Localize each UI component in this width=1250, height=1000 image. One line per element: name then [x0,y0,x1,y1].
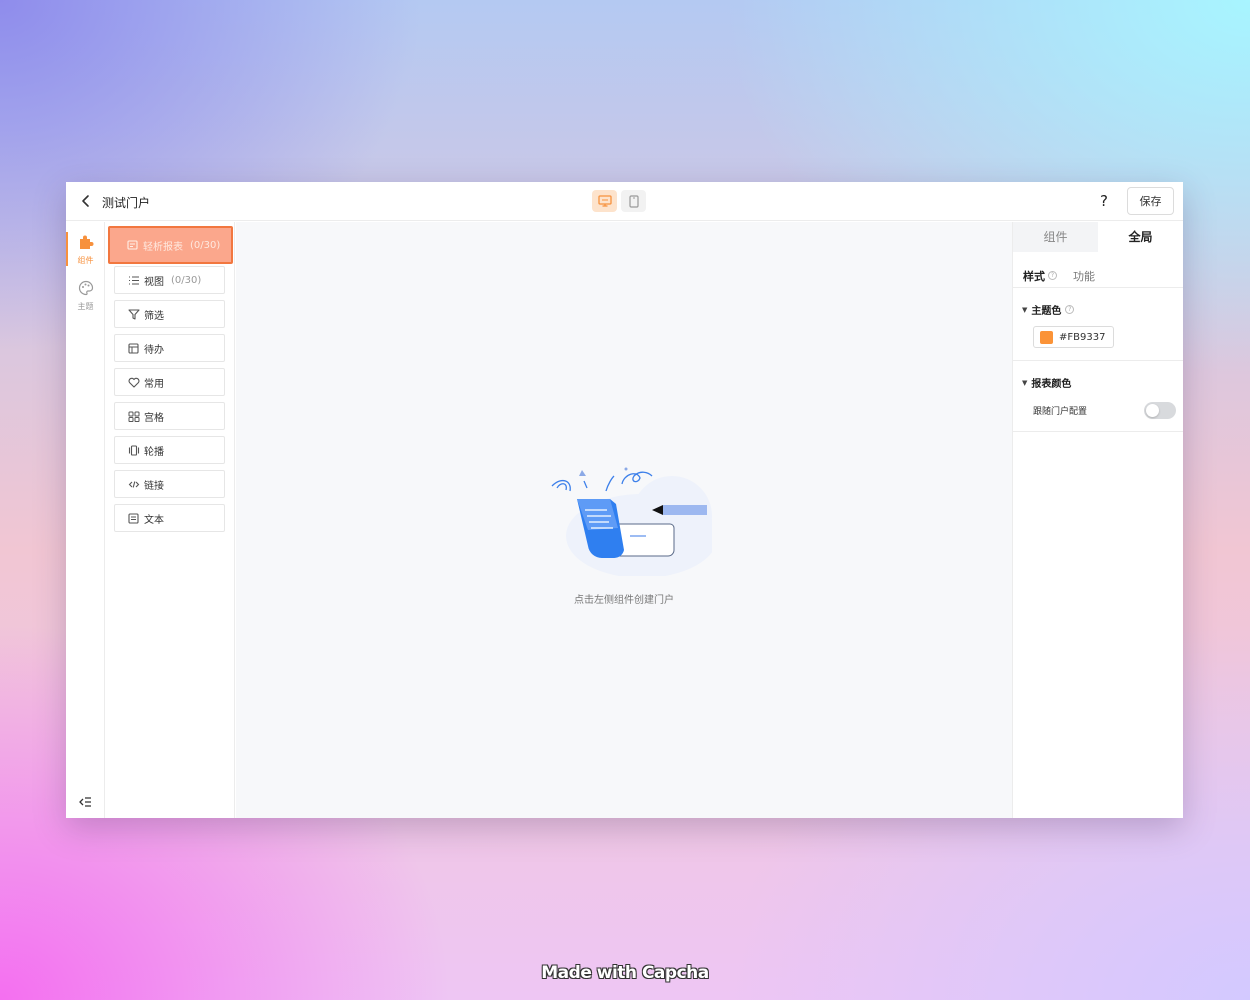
component-count: (0/30) [171,274,202,286]
info-icon[interactable]: ? [1065,305,1075,314]
puzzle-icon [79,235,93,249]
component-label: 筛选 [144,310,164,322]
component-item-todo[interactable]: 待办 [114,334,225,362]
settings-subtabs: 样式 ? 功能 [1013,252,1183,288]
heart-icon [128,377,140,388]
color-swatch [1040,330,1053,344]
theme-color-picker[interactable]: #FB9337 [1033,326,1114,348]
todo-icon [128,342,139,354]
device-toggle [592,190,646,212]
component-label: 常用 [144,378,164,390]
code-link-icon [128,480,140,488]
component-label: 链接 [144,480,164,492]
component-count: (0/30) [190,239,221,251]
component-label: 宫格 [144,412,164,424]
empty-state-illustration [551,467,712,576]
canvas[interactable]: 点击左侧组件创建门户 [236,222,1012,818]
desktop-view-button[interactable] [592,190,617,212]
follow-portal-row: 跟随门户配置 [1033,402,1176,419]
subtab-label: 样式 [1023,269,1045,283]
subtab-style[interactable]: 样式 ? [1023,268,1057,284]
rail-item-label: 主题 [77,302,94,311]
theme-color-value: #FB9337 [1059,331,1106,343]
theme-color-header[interactable]: ▼ 主题色 ? [1022,302,1173,317]
report-icon [127,239,138,250]
component-item-report[interactable]: 轻析报表 (0/30) [108,226,233,264]
filter-icon [128,308,140,320]
settings-panel: 组件 全局 样式 ? 功能 ▼ 主题色 ? #FB9337 ▼ 报表颜色 跟随门… [1012,222,1183,818]
theme-color-label: 主题色 [1031,306,1062,317]
caret-down-icon: ▼ [1022,305,1028,314]
component-label: 文本 [144,514,164,526]
component-item-carousel[interactable]: 轮播 [114,436,225,464]
theme-color-section: ▼ 主题色 ? #FB9337 [1013,288,1183,361]
rail-item-theme[interactable]: 主题 [66,280,105,312]
component-item-filter[interactable]: 筛选 [114,300,225,328]
report-color-header[interactable]: ▼ 报表颜色 [1022,375,1173,391]
app-window: 测试门户 ? 保存 组件 主题 轻析报表 (0/30) 视图 (0/30) 筛选… [66,182,1183,818]
component-label: 轻析报表 [143,241,183,253]
collapse-sidebar-icon[interactable] [78,796,92,808]
subtab-label: 功能 [1073,269,1095,283]
component-item-grid[interactable]: 宫格 [114,402,225,430]
component-label: 轮播 [144,446,164,458]
component-item-view[interactable]: 视图 (0/30) [114,266,225,294]
back-arrow-icon[interactable] [79,194,93,208]
left-rail: 组件 主题 [66,222,105,818]
desktop-icon [597,195,612,207]
text-icon [128,512,139,524]
grid-icon [128,411,140,422]
watermark-text: Made with Capcha [541,963,709,983]
tab-global[interactable]: 全局 [1098,222,1183,252]
switch-knob [1146,404,1159,417]
info-icon[interactable]: ? [1048,271,1057,280]
report-color-section: ▼ 报表颜色 跟随门户配置 [1013,361,1183,432]
page-title: 测试门户 [102,196,151,210]
help-icon[interactable]: ? [1100,192,1108,210]
carousel-icon [128,444,140,456]
subtab-function[interactable]: 功能 [1073,268,1095,284]
palette-icon [78,280,93,296]
rail-item-label: 组件 [77,256,94,265]
top-bar: 测试门户 ? 保存 [66,182,1183,221]
settings-tabs: 组件 全局 [1013,222,1183,252]
component-item-favorites[interactable]: 常用 [114,368,225,396]
component-list: 轻析报表 (0/30) 视图 (0/30) 筛选 待办 常用 宫格 轮播 链接 … [106,222,235,818]
rail-item-components[interactable]: 组件 [66,234,105,266]
follow-portal-label: 跟随门户配置 [1033,407,1088,417]
save-button[interactable]: 保存 [1127,187,1174,215]
mobile-view-button[interactable] [621,190,646,212]
component-label: 视图 [144,276,164,288]
empty-state-text: 点击左侧组件创建门户 [574,595,674,606]
component-label: 待办 [144,344,164,356]
caret-down-icon: ▼ [1022,378,1028,387]
list-icon [129,275,139,285]
report-color-label: 报表颜色 [1031,379,1072,390]
component-item-text[interactable]: 文本 [114,504,225,532]
component-item-link[interactable]: 链接 [114,470,225,498]
mobile-icon [628,194,639,208]
follow-portal-switch[interactable] [1144,402,1176,419]
tab-component[interactable]: 组件 [1013,222,1098,252]
